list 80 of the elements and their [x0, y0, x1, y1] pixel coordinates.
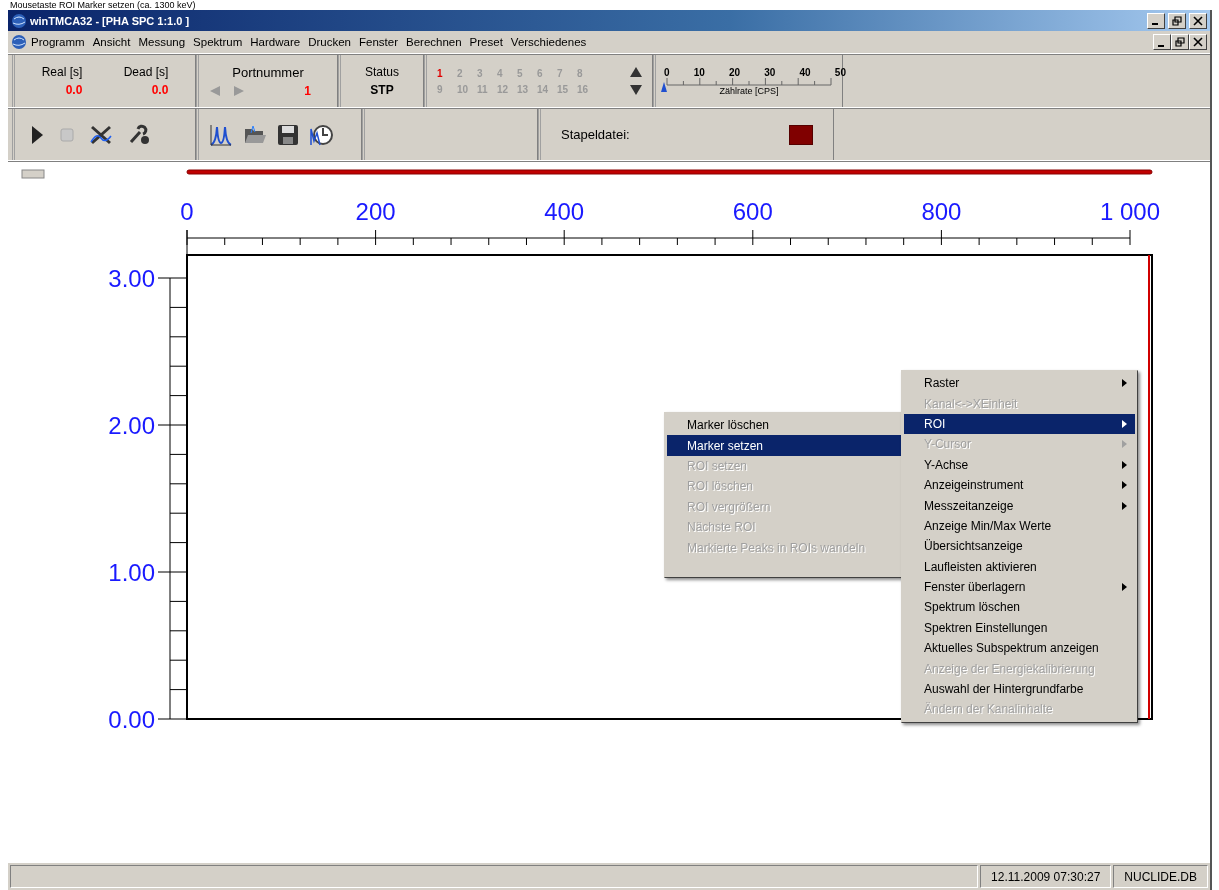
menu-entry[interactable]: Y-Achse — [904, 454, 1135, 475]
meter-needle — [660, 82, 668, 92]
status-value: STP — [370, 83, 394, 97]
menu-entry[interactable]: Laufleisten aktivieren — [904, 556, 1135, 577]
close-button[interactable] — [1189, 34, 1207, 50]
save-icon[interactable] — [277, 123, 299, 146]
x-tick-label: 600 — [732, 198, 773, 225]
menu-entry[interactable]: Messzeitanzeige — [904, 495, 1135, 516]
minimize-icon — [1157, 44, 1164, 47]
meter-tick-label: 50 — [834, 66, 846, 78]
meter-tick-label: 10 — [693, 66, 705, 78]
menu-item[interactable]: Preset — [465, 36, 507, 48]
time-label: Dead [s] — [123, 65, 169, 79]
status-text: NUCLIDE.DB — [1113, 865, 1208, 888]
status-label: Status — [365, 65, 399, 79]
y-tick-label: 1.00 — [108, 559, 155, 586]
restore-button[interactable] — [1171, 34, 1189, 50]
spectrum-icon[interactable] — [209, 122, 233, 147]
up-arrow-icon[interactable] — [630, 67, 642, 77]
restore-button[interactable] — [1168, 12, 1186, 29]
caption-text: Mousetaste ROI Marker setzen (ca. 1300 keV) — [10, 0, 197, 10]
menu-entry[interactable]: Spektren Einstellungen — [904, 617, 1135, 639]
menu-entry[interactable]: Übersichtsanzeige — [904, 536, 1135, 557]
globe-icon — [11, 34, 27, 50]
menu-entry[interactable]: Raster — [904, 373, 1135, 394]
menu-entry[interactable]: Anzeigeinstrument — [904, 474, 1135, 496]
meter-tick-label: 0 — [664, 66, 670, 78]
meter-tick-label: 30 — [764, 66, 776, 78]
menu-item[interactable]: Berechnen — [402, 36, 466, 48]
x-tick-label: 200 — [355, 198, 396, 225]
globe-icon — [11, 12, 27, 29]
batch-indicator — [789, 124, 813, 145]
menu-entry[interactable]: Anzeige Min/Max Werte — [904, 515, 1135, 537]
meter-tick-label: 20 — [729, 66, 741, 78]
port-label: Portnummer — [232, 64, 304, 80]
port-value: 1 — [304, 83, 311, 98]
close-icon — [1193, 15, 1203, 26]
menu-item[interactable]: Spektrum — [189, 36, 247, 48]
minimize-icon — [1151, 23, 1158, 25]
meter-tick-label: 40 — [799, 66, 811, 78]
menu-item[interactable]: Verschiedenes — [506, 36, 591, 48]
menu-item[interactable]: Fenster — [355, 36, 402, 48]
scroll-bar[interactable] — [186, 169, 1153, 175]
menu-entry[interactable]: Fenster überlagern — [904, 576, 1135, 598]
close-button[interactable] — [1189, 12, 1207, 29]
minimize-button[interactable] — [1147, 12, 1165, 29]
time-value: 0.0 — [151, 83, 169, 97]
restore-icon — [1172, 15, 1182, 26]
menu-item[interactable]: Ansicht — [88, 36, 135, 48]
batch-label: Stapeldatei: — [561, 127, 630, 142]
clock-chart-icon[interactable] — [309, 122, 333, 147]
restore-icon — [1175, 37, 1185, 47]
play-icon[interactable] — [29, 123, 45, 146]
menu-item[interactable]: Hardware — [246, 36, 305, 48]
x-tick-label: 800 — [921, 198, 962, 225]
menu-item[interactable]: Messung — [134, 36, 190, 48]
menu-entry[interactable]: Marker setzen — [667, 435, 901, 456]
close-icon — [1193, 37, 1203, 47]
menu-entry[interactable]: Spektrum löschen — [904, 597, 1135, 618]
y-tick-label: 2.00 — [108, 412, 155, 439]
menu-item[interactable]: Drucken — [304, 36, 355, 48]
y-tick-label: 3.00 — [108, 265, 155, 292]
time-label: Real [s] — [41, 65, 83, 79]
x-tick-label: 400 — [544, 198, 585, 225]
y-tick-label: 0.00 — [108, 706, 155, 733]
status-text: 12.11.2009 07:30:27 — [980, 865, 1112, 888]
menu-entry[interactable]: Marker löschen — [667, 415, 901, 436]
menu-entry[interactable]: Auswahl der Hintergrundfarbe — [904, 678, 1135, 700]
menu-item[interactable]: Programm — [27, 36, 89, 48]
wrench-gear-icon[interactable] — [127, 123, 151, 146]
time-value: 0.0 — [65, 83, 83, 97]
window-title: winTMCA32 - [PHA SPC 1:1.0 ] — [30, 14, 190, 27]
meter-label: Zählrate [CPS] — [719, 85, 779, 96]
menu-entry[interactable]: Aktuelles Subspektrum anzeigen — [904, 638, 1135, 659]
minimize-button[interactable] — [1153, 34, 1171, 50]
x-tick-label: 1 000 — [1099, 198, 1161, 225]
menu-entry[interactable]: ROI — [904, 413, 1135, 435]
cross-tools-icon[interactable] — [89, 123, 113, 146]
x-tick-label: 0 — [180, 198, 194, 225]
down-arrow-icon[interactable] — [630, 85, 642, 95]
